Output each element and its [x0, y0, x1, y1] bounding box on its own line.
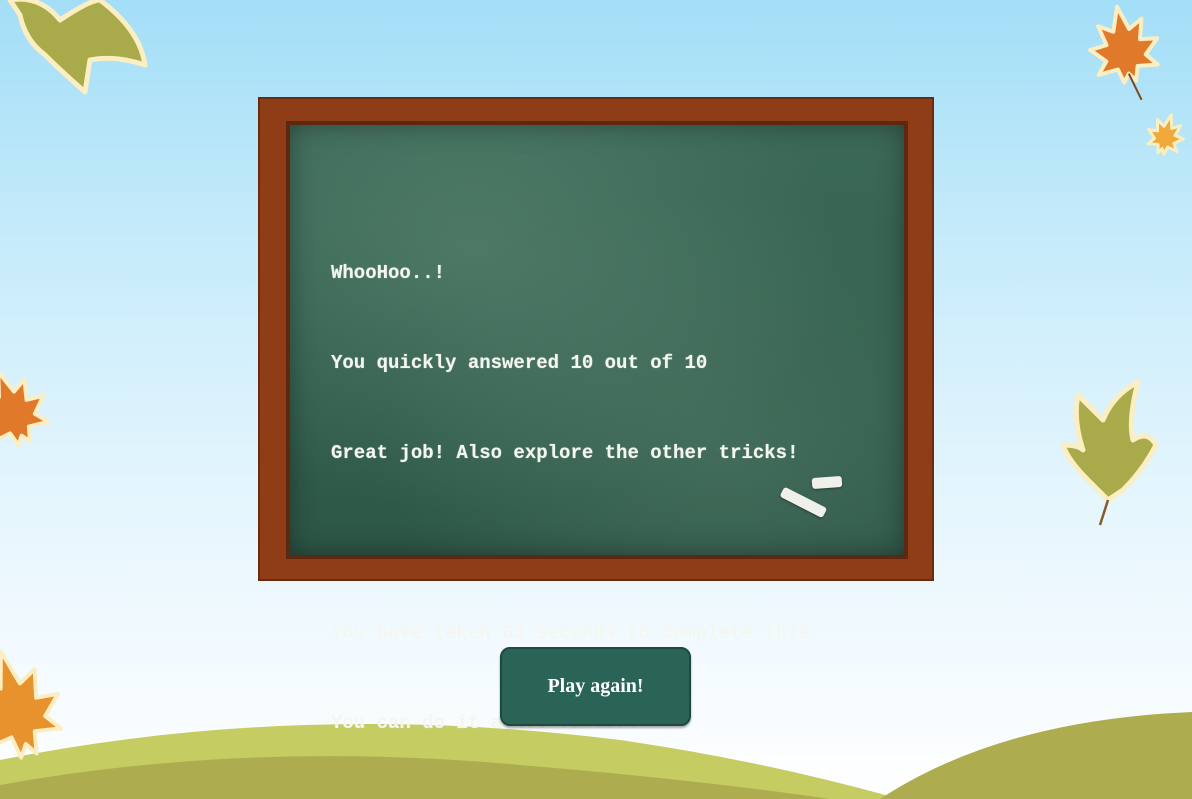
- play-again-button[interactable]: Play again!: [500, 647, 691, 726]
- olive-leaf-icon: [7, 0, 148, 95]
- maple-leaf-icon: [1146, 113, 1185, 156]
- result-line-1: WhooHoo..!: [331, 262, 446, 284]
- result-line-5: You have taken 63 seconds to complete th…: [331, 622, 822, 644]
- maple-leaf-icon: [1088, 4, 1160, 101]
- game-scene: WhooHoo..! You quickly answered 10 out o…: [0, 0, 1192, 799]
- chalk-piece: [811, 475, 843, 490]
- result-line-3: Great job! Also explore the other tricks…: [331, 442, 799, 464]
- maple-leaf-icon: [0, 649, 63, 760]
- result-line-2: You quickly answered 10 out of 10: [331, 352, 708, 374]
- olive-leaf-icon: [1060, 379, 1159, 526]
- maple-leaf-icon: [0, 369, 51, 448]
- hill-right: [880, 712, 1192, 799]
- result-line-4: [331, 528, 821, 558]
